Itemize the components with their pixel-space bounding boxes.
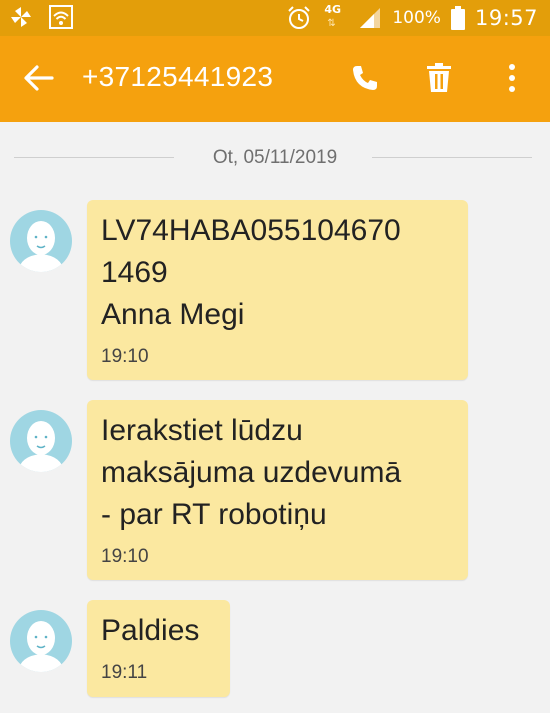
- status-bar: 4G ⇅ 100% 19:57: [0, 0, 550, 36]
- contact-avatar[interactable]: [10, 610, 72, 672]
- person-icon: [18, 621, 64, 672]
- data-arrows-icon: ⇅: [327, 18, 336, 29]
- more-options-icon[interactable]: [500, 62, 524, 94]
- divider-right: [372, 157, 532, 158]
- signal-icon: [360, 8, 381, 28]
- person-icon: [18, 421, 64, 472]
- network-indicator: 4G ⇅: [322, 3, 348, 33]
- person-icon: [18, 221, 64, 272]
- message-text: LV74HABA055104670 1469 Anna Megi: [101, 214, 401, 331]
- message-text: Paldies: [101, 614, 200, 647]
- message-time: 19:11: [101, 662, 148, 683]
- alarm-icon: [288, 6, 311, 29]
- phone-icon[interactable]: [350, 63, 380, 93]
- contact-avatar[interactable]: [10, 410, 72, 472]
- app-bar: +37125441923: [0, 36, 550, 122]
- message-text: Ierakstiet lūdzu maksājuma uzdevumā - pa…: [101, 414, 402, 531]
- contact-title: +37125441923: [82, 61, 274, 92]
- date-separator: Ot, 05/11/2019: [0, 144, 550, 172]
- battery-icon: [450, 6, 465, 30]
- wifi-icon: [49, 5, 73, 29]
- message-bubble[interactable]: LV74HABA055104670 1469 Anna Megi 19:10: [87, 200, 468, 380]
- back-arrow-icon[interactable]: [22, 61, 56, 95]
- network-type: 4G: [324, 3, 342, 16]
- battery-percent: 100%: [392, 8, 441, 28]
- message-time: 19:10: [101, 346, 149, 367]
- date-label: Ot, 05/11/2019: [212, 147, 338, 168]
- status-time: 19:57: [474, 6, 538, 30]
- message-bubble[interactable]: Ierakstiet lūdzu maksājuma uzdevumā - pa…: [87, 400, 468, 580]
- contact-avatar[interactable]: [10, 210, 72, 272]
- message-time: 19:10: [101, 546, 149, 567]
- trash-icon[interactable]: [425, 63, 453, 93]
- pinwheel-icon: [11, 7, 31, 27]
- message-bubble[interactable]: Paldies 19:11: [87, 600, 230, 697]
